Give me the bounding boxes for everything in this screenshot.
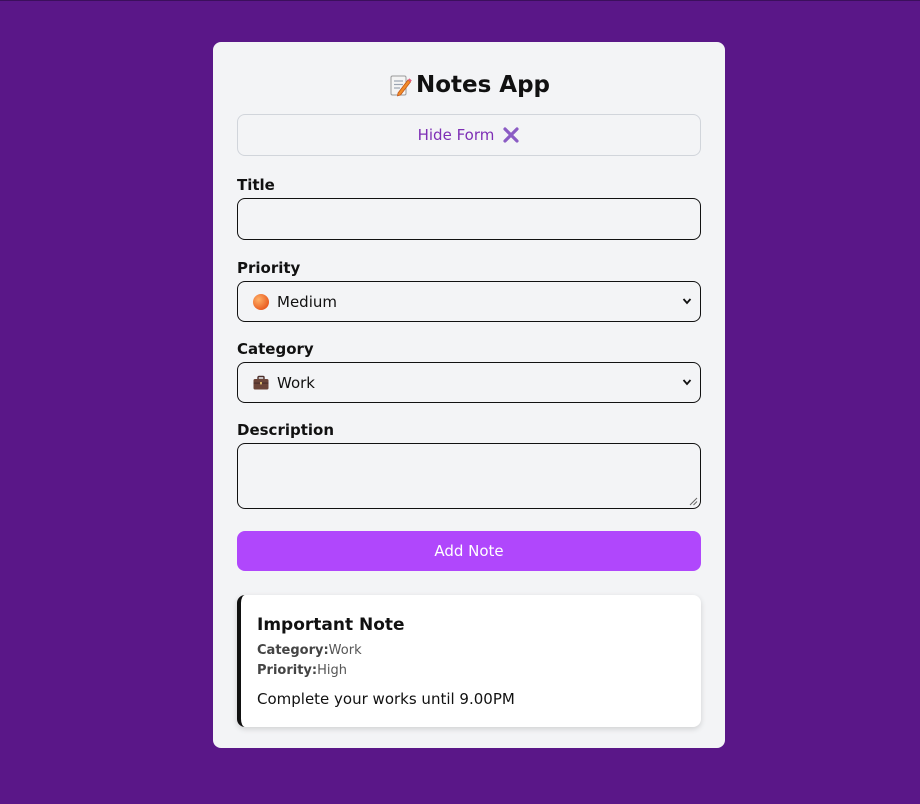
title-input[interactable] [237,198,701,240]
priority-label: Priority [237,259,301,277]
app-title: Notes App [415,72,551,98]
orange-circle-icon [253,293,269,310]
memo-icon [390,75,412,97]
add-note-button[interactable]: Add Note [237,531,701,571]
note-category-label: Category: [257,643,329,658]
description-field: Description [237,421,701,509]
note-card: Important Note Category:Work Priority:Hi… [237,595,701,727]
category-select[interactable]: Work [237,362,701,403]
description-label: Description [237,421,335,439]
note-priority-value: High [317,663,347,678]
priority-select[interactable]: Medium [237,281,701,322]
category-label: Category [237,340,314,358]
note-category: Category:Work [257,641,685,661]
priority-field: Priority Medium [237,259,701,322]
briefcase-icon [253,375,269,389]
hide-form-button[interactable]: Hide Form [237,114,701,156]
category-selected: Work [277,373,315,392]
note-priority: Priority:High [257,661,685,681]
note-title: Important Note [257,615,405,635]
note-category-value: Work [328,643,362,658]
description-textarea[interactable] [237,443,701,509]
app-header: Notes App [237,70,701,100]
priority-selected: Medium [277,292,337,311]
chevron-down-icon [682,378,692,385]
title-field: Title [237,176,701,240]
chevron-down-icon [682,297,692,304]
note-priority-label: Priority: [257,663,318,678]
close-x-icon [503,127,519,143]
note-description: Complete your works until 9.00PM [257,690,515,708]
category-field: Category Work [237,340,701,403]
hide-form-label: Hide Form [417,126,495,144]
title-label: Title [237,176,275,194]
notes-app-card: Notes App Hide Form Title Priority Mediu… [213,42,725,748]
resize-grip-icon[interactable] [689,497,698,506]
